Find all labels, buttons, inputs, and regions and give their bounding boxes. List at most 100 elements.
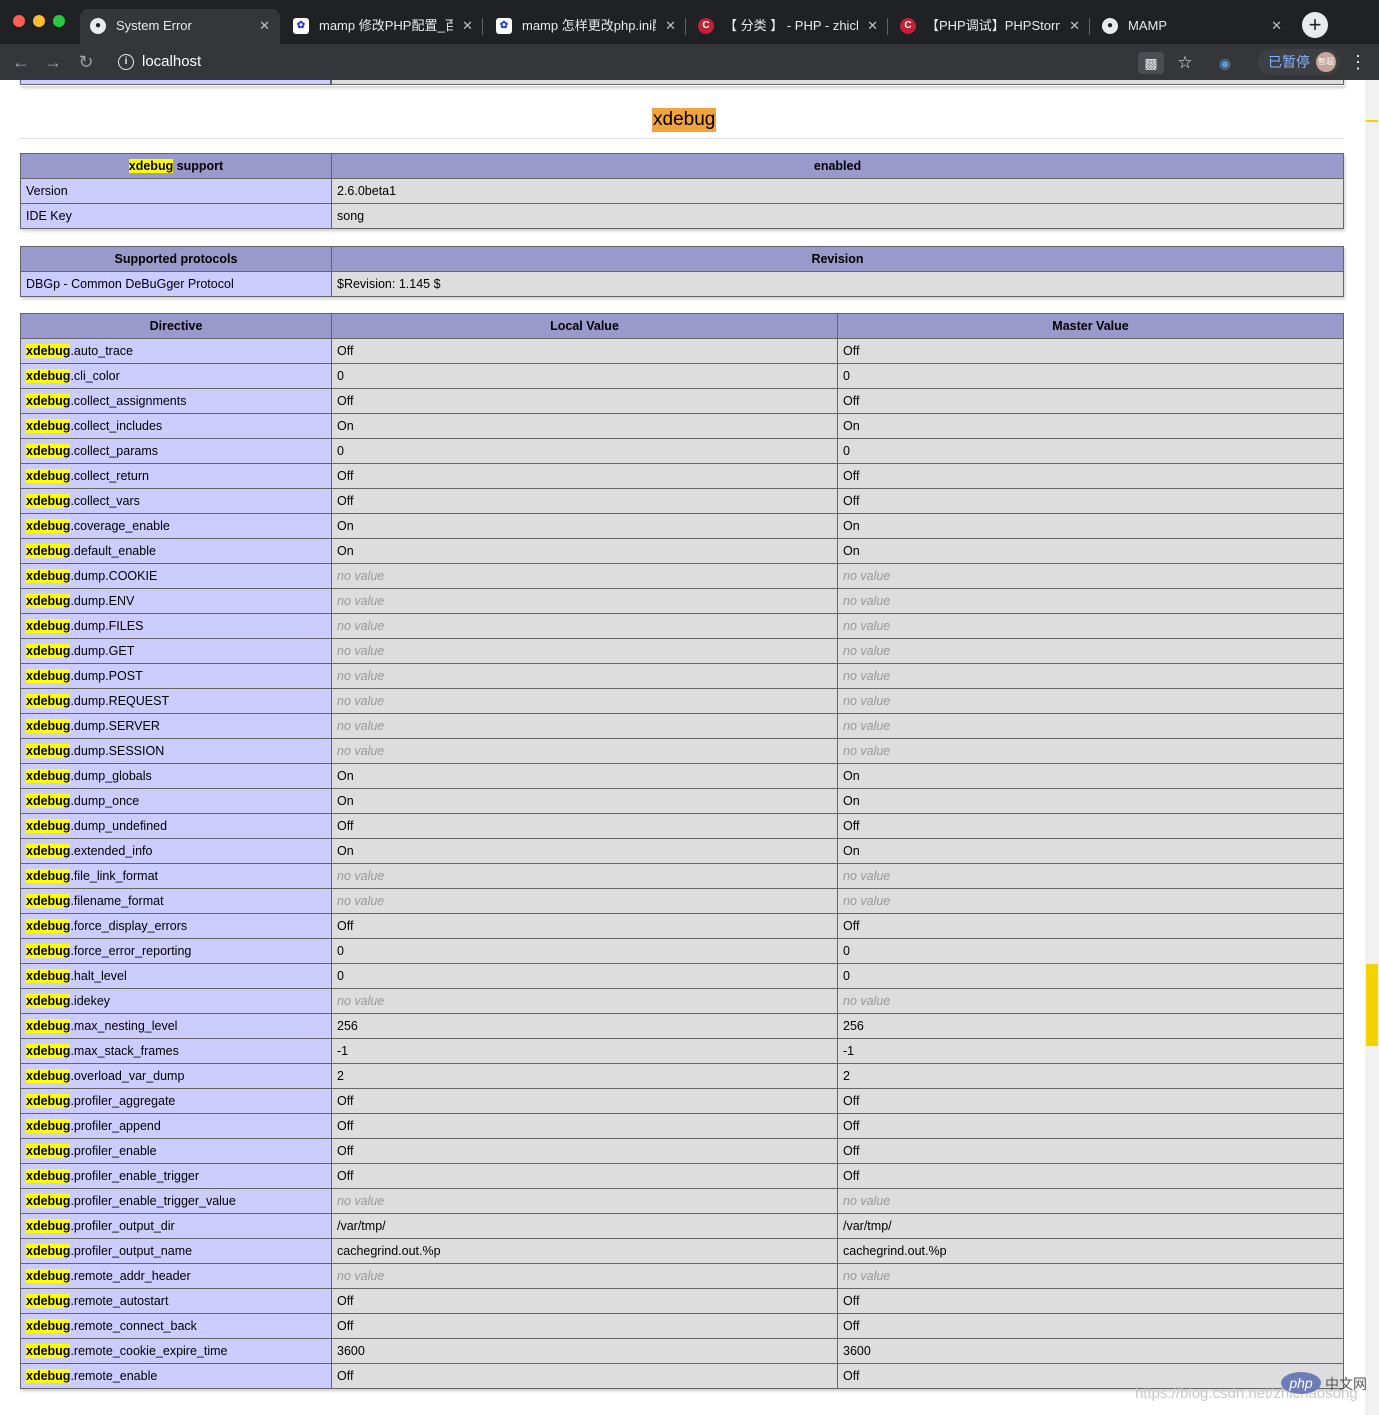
section-title: xdebug bbox=[652, 108, 717, 132]
local-value: Off bbox=[331, 1363, 838, 1389]
table-row: xdebug.overload_var_dump 2 2 bbox=[20, 1063, 1344, 1089]
directive-name: xdebug.profiler_enable_trigger_value bbox=[20, 1188, 332, 1214]
directive-name: xdebug.remote_enable bbox=[20, 1363, 332, 1389]
browser-tab[interactable]: C 【 分类 】 - PHP - zhicha ✕ bbox=[688, 9, 888, 44]
local-value: On bbox=[331, 838, 838, 864]
master-value: Off bbox=[837, 463, 1344, 489]
highlight-term: xdebug bbox=[26, 1119, 71, 1133]
local-value: On bbox=[331, 788, 838, 814]
support-status: enabled bbox=[331, 153, 1344, 179]
page-scrollbar[interactable] bbox=[1365, 80, 1379, 1415]
tab-title: mamp 怎样更改php.ini配 bbox=[522, 18, 656, 33]
new-tab-button[interactable]: + bbox=[1302, 12, 1328, 38]
php-logo: php bbox=[1281, 1372, 1321, 1394]
browser-tab[interactable]: ● MAMP ✕ bbox=[1092, 9, 1292, 44]
local-value: 0 bbox=[331, 963, 838, 989]
close-window-button[interactable] bbox=[13, 15, 25, 27]
extension-icon[interactable]: ◉ bbox=[1212, 52, 1238, 74]
url-text[interactable]: localhost bbox=[142, 53, 201, 70]
tab-close-icon[interactable]: ✕ bbox=[462, 9, 473, 43]
directive-name: xdebug.profiler_enable_trigger bbox=[20, 1163, 332, 1189]
browser-tab[interactable]: ✿ mamp 怎样更改php.ini配 ✕ bbox=[486, 9, 686, 44]
directive-name: xdebug.auto_trace bbox=[20, 338, 332, 364]
tab-close-icon[interactable]: ✕ bbox=[867, 9, 878, 43]
site-name: 中文网 bbox=[1325, 1376, 1367, 1392]
forward-button[interactable]: → bbox=[41, 50, 65, 74]
highlight-term: xdebug bbox=[128, 159, 174, 173]
back-button[interactable]: ← bbox=[9, 50, 33, 74]
highlight-term: xdebug bbox=[26, 669, 71, 683]
directive-name: xdebug.cli_color bbox=[20, 363, 332, 389]
local-value: no value bbox=[331, 613, 838, 639]
local-value: On bbox=[331, 513, 838, 539]
table-row: xdebug.max_nesting_level 256 256 bbox=[20, 1013, 1344, 1039]
highlight-term: xdebug bbox=[26, 1094, 71, 1108]
directive-name: xdebug.file_link_format bbox=[20, 863, 332, 889]
local-value: no value bbox=[331, 738, 838, 764]
directive-name: xdebug.profiler_append bbox=[20, 1113, 332, 1139]
browser-tab[interactable]: ● System Error ✕ bbox=[80, 9, 280, 44]
directive-name: xdebug.remote_connect_back bbox=[20, 1313, 332, 1339]
revision-header: Revision bbox=[331, 246, 1344, 272]
more-menu-icon[interactable]: ⋮ bbox=[1348, 50, 1368, 74]
master-value: On bbox=[837, 538, 1344, 564]
profile-paused-button[interactable]: 已暂停 智超 bbox=[1258, 49, 1340, 75]
local-value: Off bbox=[331, 813, 838, 839]
highlight-term: xdebug bbox=[26, 1269, 71, 1283]
local-value: no value bbox=[331, 563, 838, 589]
master-value: 0 bbox=[837, 963, 1344, 989]
reload-button[interactable]: ↻ bbox=[74, 50, 98, 74]
baidu-icon: ✿ bbox=[496, 18, 512, 34]
browser-toolbar: ← → ↻ i localhost ▩ ☆ ◉ 已暂停 智超 ⋮ bbox=[0, 44, 1379, 80]
highlight-term: xdebug bbox=[26, 419, 71, 433]
local-value: 0 bbox=[331, 938, 838, 964]
browser-tab[interactable]: C 【PHP调试】PHPStorm ✕ bbox=[890, 9, 1090, 44]
master-value: no value bbox=[837, 588, 1344, 614]
browser-tab[interactable]: ✿ mamp 修改PHP配置_百度 ✕ bbox=[283, 9, 483, 44]
globe-icon: ● bbox=[1102, 18, 1118, 34]
master-value-header: Master Value bbox=[837, 313, 1344, 339]
tab-close-icon[interactable]: ✕ bbox=[665, 9, 676, 43]
directive-name: xdebug.dump.ENV bbox=[20, 588, 332, 614]
table-row: xdebug.halt_level 0 0 bbox=[20, 963, 1344, 989]
table-row: xdebug.dump.FILES no value no value bbox=[20, 613, 1344, 639]
master-value: no value bbox=[837, 563, 1344, 589]
master-value: no value bbox=[837, 1263, 1344, 1289]
table-row: Version 2.6.0beta1 bbox=[20, 178, 1344, 204]
tab-close-icon[interactable]: ✕ bbox=[1271, 9, 1282, 43]
local-value: Off bbox=[331, 1313, 838, 1339]
search-page-icon[interactable]: ▩ bbox=[1138, 52, 1164, 74]
table-row: xdebug.dump.REQUEST no value no value bbox=[20, 688, 1344, 714]
highlight-term: xdebug bbox=[26, 1069, 71, 1083]
maximize-window-button[interactable] bbox=[53, 15, 65, 27]
section-divider bbox=[20, 138, 1344, 139]
directive-name: xdebug.remote_cookie_expire_time bbox=[20, 1338, 332, 1364]
highlight-term: xdebug bbox=[26, 769, 71, 783]
master-value: Off bbox=[837, 1163, 1344, 1189]
local-value: Off bbox=[331, 488, 838, 514]
directive-name: xdebug.remote_autostart bbox=[20, 1288, 332, 1314]
master-value: On bbox=[837, 788, 1344, 814]
bookmark-star-icon[interactable]: ☆ bbox=[1172, 52, 1198, 74]
minimize-window-button[interactable] bbox=[33, 15, 45, 27]
master-value: no value bbox=[837, 1188, 1344, 1214]
local-value: no value bbox=[331, 713, 838, 739]
directive-header: Directive bbox=[20, 313, 332, 339]
local-value: 0 bbox=[331, 363, 838, 389]
highlight-term: xdebug bbox=[26, 569, 71, 583]
local-value: Off bbox=[331, 463, 838, 489]
master-value: no value bbox=[837, 688, 1344, 714]
tab-close-icon[interactable]: ✕ bbox=[1069, 9, 1080, 43]
directive-name: xdebug.dump.POST bbox=[20, 663, 332, 689]
table-row: xdebug.collect_params 0 0 bbox=[20, 438, 1344, 464]
info-icon[interactable]: i bbox=[118, 54, 134, 70]
setting-value: song bbox=[331, 203, 1344, 229]
tab-close-icon[interactable]: ✕ bbox=[259, 9, 270, 43]
address-bar[interactable]: i localhost ▩ bbox=[108, 48, 1168, 76]
table-row: IDE Key song bbox=[20, 203, 1344, 229]
master-value: no value bbox=[837, 888, 1344, 914]
local-value: Off bbox=[331, 913, 838, 939]
highlight-term: xdebug bbox=[26, 344, 71, 358]
master-value: Off bbox=[837, 488, 1344, 514]
tab-title: 【 分类 】 - PHP - zhicha bbox=[724, 18, 858, 33]
